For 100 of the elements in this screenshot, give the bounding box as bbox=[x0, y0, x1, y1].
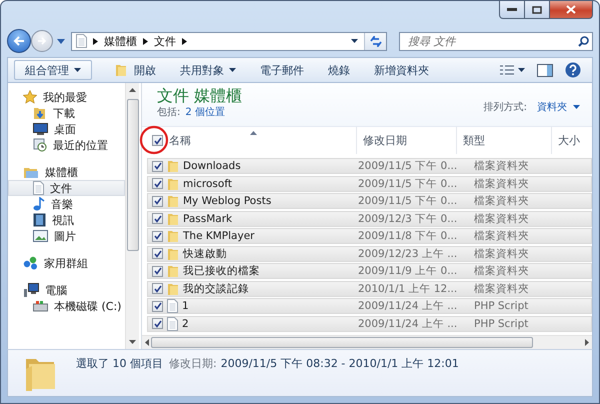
checkbox[interactable] bbox=[152, 266, 163, 276]
chevron-icon[interactable] bbox=[143, 38, 148, 44]
column-header[interactable]: 名稱 bbox=[152, 127, 357, 154]
list-view-icon bbox=[500, 65, 514, 75]
drive-icon bbox=[33, 300, 48, 312]
toolbar-button[interactable]: 燒錄 bbox=[317, 60, 361, 80]
includes-label: 包括: bbox=[157, 106, 180, 119]
help-icon bbox=[565, 62, 581, 78]
checkbox[interactable] bbox=[152, 318, 163, 329]
nav-item[interactable]: 桌面 bbox=[8, 121, 125, 137]
checkbox[interactable] bbox=[152, 135, 163, 146]
file-row[interactable]: My Weblog Posts 2009/11/5 下午 0... 檔案資料夾 bbox=[147, 193, 592, 209]
nav-item[interactable]: 音樂 bbox=[8, 196, 125, 212]
monitor-icon bbox=[33, 122, 48, 136]
checkbox[interactable] bbox=[152, 248, 163, 259]
checkbox[interactable] bbox=[152, 230, 163, 242]
checkbox[interactable] bbox=[152, 283, 163, 294]
toolbar-button[interactable]: 組合管理 bbox=[14, 60, 92, 80]
checkbox[interactable] bbox=[152, 213, 163, 224]
checkbox[interactable] bbox=[152, 300, 163, 312]
check-icon bbox=[154, 302, 162, 310]
column-header[interactable]: 大小 bbox=[552, 127, 592, 154]
nav-item[interactable]: 圖片 bbox=[8, 228, 125, 244]
file-name: 我的交談記錄 bbox=[183, 282, 249, 296]
maximize-button[interactable] bbox=[525, 1, 550, 19]
scroll-right-icon[interactable] bbox=[585, 339, 589, 346]
chevron-icon[interactable] bbox=[93, 38, 98, 44]
nav-item[interactable]: 文件 bbox=[8, 180, 125, 196]
nav-item[interactable]: 家用群組 bbox=[8, 255, 125, 271]
locations-link[interactable]: 2 個位置 bbox=[185, 105, 225, 119]
file-row[interactable]: Downloads 2009/11/5 下午 0... 檔案資料夾 bbox=[147, 158, 592, 174]
search-field[interactable]: 搜尋 文件 bbox=[399, 32, 593, 50]
document-icon bbox=[167, 316, 178, 330]
date-cell-text: 2009/11/5 下午 0... bbox=[357, 176, 458, 190]
folder-icon bbox=[167, 282, 179, 296]
pane-icon bbox=[537, 64, 553, 76]
file-row[interactable]: The KMPlayer 2009/11/8 下午 0... 檔案資料夾 bbox=[147, 228, 592, 244]
folder-icon bbox=[167, 264, 179, 278]
toolbar-button[interactable]: 開啟 bbox=[102, 60, 167, 80]
film-icon bbox=[33, 213, 46, 227]
nav-item[interactable]: 視訊 bbox=[8, 212, 125, 228]
date-cell-text: 2009/12/23 上午 ... bbox=[357, 246, 458, 260]
nav-item[interactable]: 媒體櫃 bbox=[8, 164, 125, 180]
check-icon bbox=[154, 162, 162, 170]
picture-icon bbox=[33, 230, 48, 242]
close-button[interactable] bbox=[550, 1, 593, 19]
scroll-up-icon[interactable] bbox=[129, 88, 136, 92]
scrollbar[interactable] bbox=[142, 335, 592, 349]
date-cell-text: 2009/11/24 上午 ... bbox=[357, 299, 458, 313]
minimize-button[interactable] bbox=[499, 1, 525, 19]
toolbar-button[interactable]: 共用對象 bbox=[169, 60, 247, 80]
checkbox[interactable] bbox=[152, 196, 163, 206]
file-row[interactable]: 我的交談記錄 2010/1/1 上午 12... 檔案資料夾 bbox=[147, 280, 592, 296]
type-cell-text: 檔案資料夾 bbox=[473, 282, 529, 296]
check-icon bbox=[154, 284, 162, 292]
breadcrumb[interactable]: 文件 bbox=[154, 34, 176, 48]
maximize-icon bbox=[532, 6, 542, 14]
file-row[interactable]: 我已接收的檔案 2009/11/9 上午 0... 檔案資料夾 bbox=[147, 263, 592, 279]
scrollbar[interactable] bbox=[125, 83, 139, 349]
file-name: Downloads bbox=[183, 160, 241, 172]
file-name: 快速啟動 bbox=[183, 246, 227, 260]
checkbox[interactable] bbox=[152, 178, 163, 189]
breadcrumb[interactable]: 媒體櫃 bbox=[104, 34, 137, 48]
forward-arrow-icon bbox=[37, 37, 47, 45]
scroll-down-icon[interactable] bbox=[129, 340, 136, 344]
search-icon bbox=[578, 36, 589, 46]
arrange-label: 排列方式: bbox=[484, 100, 527, 114]
folder-icon bbox=[167, 246, 179, 260]
nav-item[interactable]: 電腦 bbox=[8, 282, 125, 298]
nav-item[interactable]: 下載 bbox=[8, 105, 125, 121]
file-name: 1 bbox=[182, 300, 189, 312]
caret-icon[interactable] bbox=[351, 39, 358, 43]
nav-item[interactable]: 最近的位置 bbox=[8, 137, 125, 153]
file-row[interactable]: microsoft 2009/11/5 下午 0... 檔案資料夾 bbox=[147, 176, 592, 192]
file-row[interactable]: 1 2009/11/24 上午 ... PHP Script bbox=[147, 298, 592, 314]
column-header[interactable]: 類型 bbox=[457, 127, 552, 154]
checkbox[interactable] bbox=[152, 160, 163, 172]
nav-item[interactable]: 本機磁碟 (C:) bbox=[8, 298, 125, 314]
modified-range: 2009/11/5 下午 08:32 - 2010/1/1 上午 12:01 bbox=[220, 356, 459, 371]
music-note-icon bbox=[33, 197, 45, 211]
column-header[interactable]: 修改日期 bbox=[357, 127, 457, 154]
nav-item[interactable]: 我的最愛 bbox=[8, 89, 125, 105]
chevron-icon[interactable] bbox=[182, 38, 187, 44]
file-name: 2 bbox=[182, 318, 189, 330]
refresh-button[interactable] bbox=[364, 32, 386, 50]
star-icon bbox=[23, 90, 37, 104]
address-bar[interactable]: 媒體櫃 文件 bbox=[71, 32, 387, 50]
check-icon bbox=[154, 214, 162, 222]
file-row[interactable]: 快速啟動 2009/12/23 上午 ... 檔案資料夾 bbox=[147, 246, 592, 262]
scroll-left-icon[interactable] bbox=[145, 339, 149, 346]
arrange-dropdown[interactable]: 資料夾 bbox=[537, 100, 580, 114]
file-row[interactable]: 2 2009/11/24 上午 ... PHP Script bbox=[147, 316, 592, 332]
back-button[interactable] bbox=[7, 29, 31, 53]
document-icon bbox=[33, 181, 44, 195]
file-row[interactable]: PassMark 2009/12/3 下午 0... 檔案資料夾 bbox=[147, 210, 592, 226]
date-cell-text: 2009/12/3 下午 0... bbox=[357, 212, 458, 226]
check-icon bbox=[154, 267, 162, 275]
date-cell-text: 2009/11/24 上午 ... bbox=[357, 316, 458, 330]
toolbar-button[interactable]: 電子郵件 bbox=[249, 60, 315, 80]
toolbar-button[interactable]: 新增資料夾 bbox=[363, 60, 440, 80]
